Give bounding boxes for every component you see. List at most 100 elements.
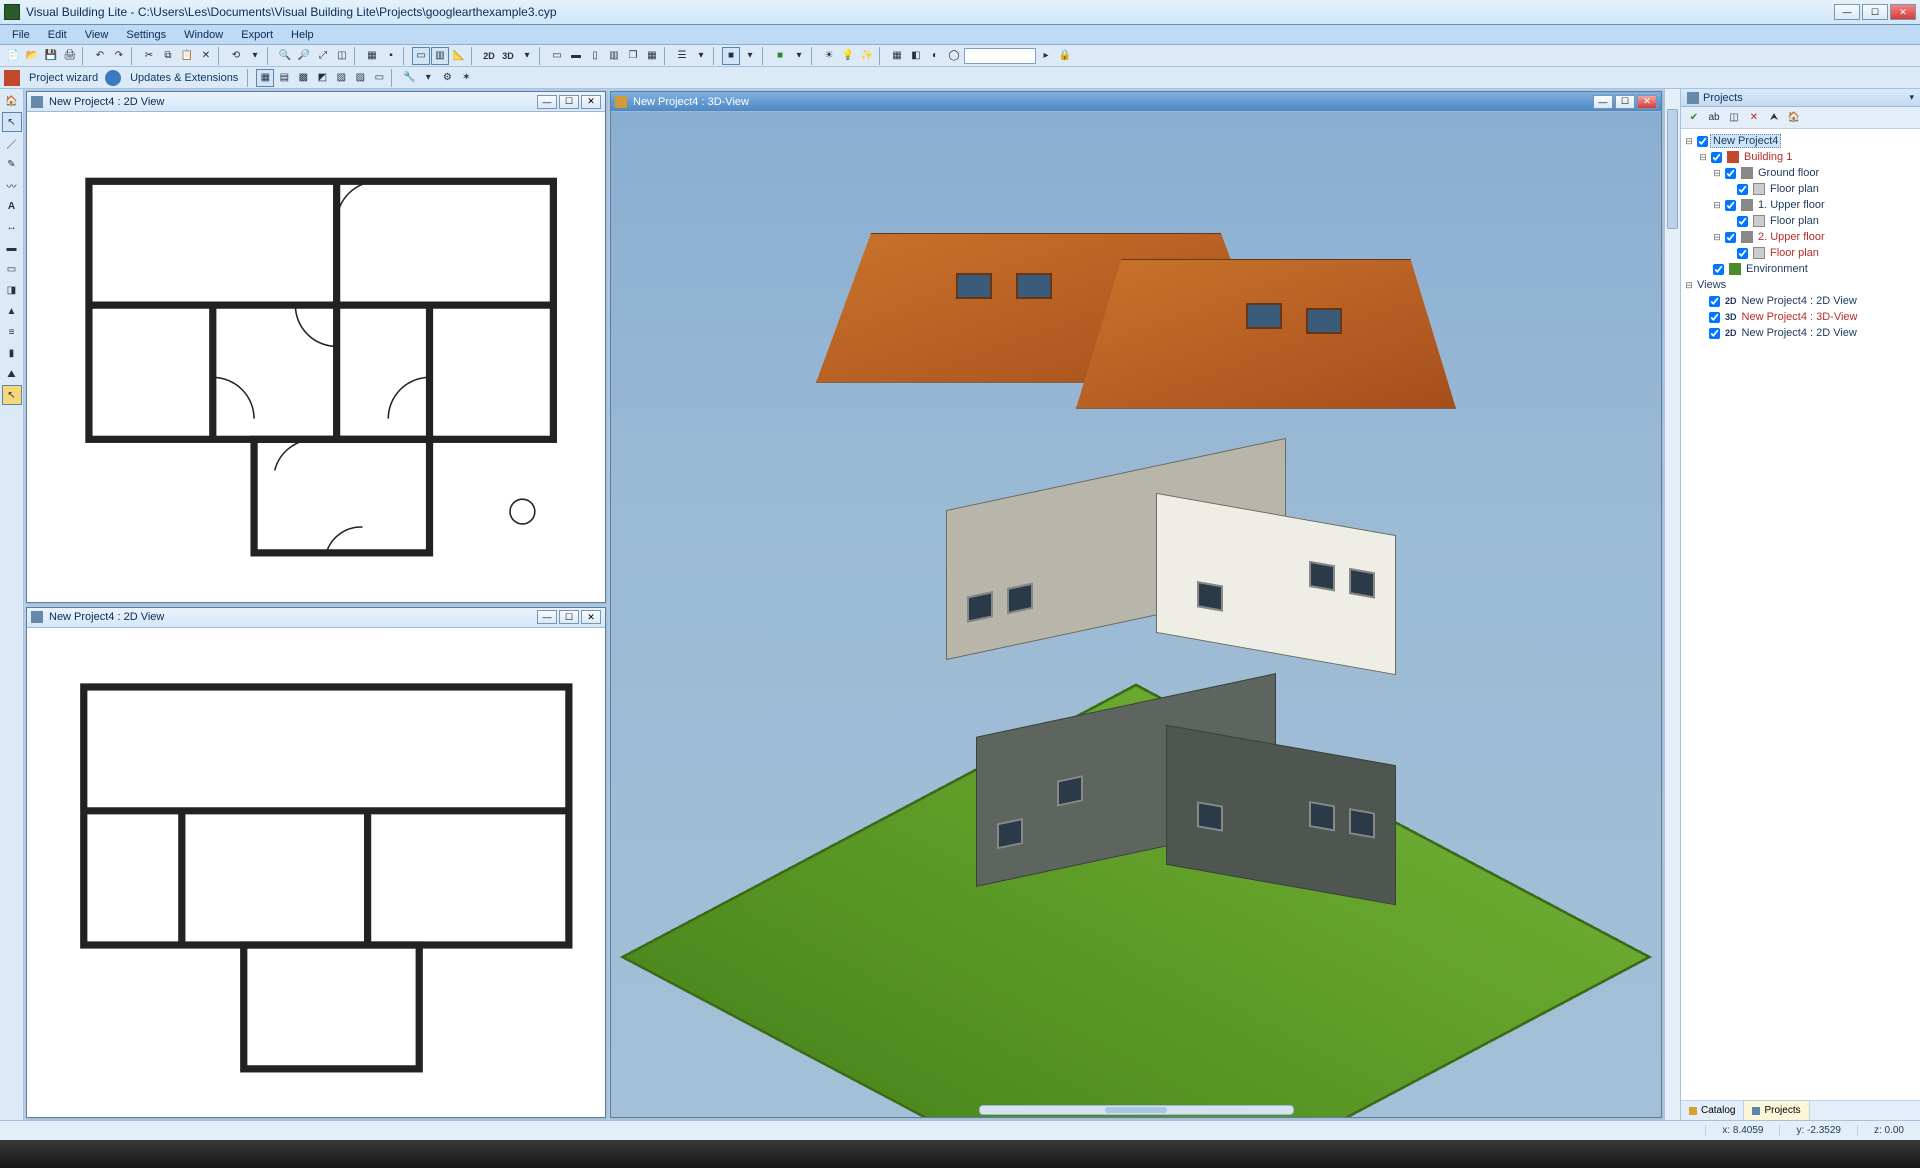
child-close-button[interactable]: ✕ <box>581 95 601 109</box>
select-tool-icon[interactable]: ▭ <box>412 47 430 65</box>
view-dropdown-icon[interactable]: ▾ <box>518 47 536 65</box>
delete-icon[interactable]: ✕ <box>197 47 215 65</box>
check-icon[interactable]: ✔ <box>1685 109 1703 127</box>
panel-d-icon[interactable]: ◩ <box>313 69 331 87</box>
open-icon[interactable]: 📂 <box>23 47 41 65</box>
menu-help[interactable]: Help <box>283 27 322 43</box>
tree-env[interactable]: Environment <box>1744 263 1808 275</box>
tool-curve-icon[interactable]: 〰 <box>2 175 22 195</box>
menu-edit[interactable]: Edit <box>40 27 75 43</box>
tab-catalog[interactable]: Catalog <box>1681 1101 1744 1120</box>
tool-line-icon[interactable]: ／ <box>2 133 22 153</box>
wall-tool-icon[interactable]: ▥ <box>431 47 449 65</box>
light-icon[interactable]: 💡 <box>839 47 857 65</box>
child-close-button[interactable]: ✕ <box>581 610 601 624</box>
new-icon[interactable]: 📄 <box>4 47 22 65</box>
zoom-out-icon[interactable]: 🔎 <box>295 47 313 65</box>
home-small-icon[interactable]: 🏠 <box>1785 109 1803 127</box>
project-wizard-button[interactable]: Project wizard <box>23 72 104 84</box>
tree-upper1[interactable]: 1. Upper floor <box>1756 199 1825 211</box>
view-3d-button[interactable]: 3D <box>499 47 517 65</box>
menu-view[interactable]: View <box>77 27 117 43</box>
tree-check[interactable] <box>1697 136 1708 147</box>
save-icon[interactable]: 💾 <box>42 47 60 65</box>
tree-ground[interactable]: Ground floor <box>1756 167 1819 179</box>
tool-dim-icon[interactable]: ↔ <box>2 217 22 237</box>
window-tile-icon[interactable]: ▦ <box>643 47 661 65</box>
undo-icon[interactable]: ↶ <box>91 47 109 65</box>
coordinate-input[interactable] <box>964 48 1036 64</box>
tree-view-2[interactable]: New Project4 : 2D View <box>1740 327 1857 339</box>
misc-d-icon[interactable]: ◯ <box>945 47 963 65</box>
tab-projects[interactable]: Projects <box>1744 1101 1809 1120</box>
grid-icon[interactable]: ▦ <box>363 47 381 65</box>
misc-c-icon[interactable]: ◐ <box>926 47 944 65</box>
menu-file[interactable]: File <box>4 27 38 43</box>
panel-a-icon[interactable]: ▦ <box>256 69 274 87</box>
render-dd-icon[interactable]: ▾ <box>741 47 759 65</box>
viewport-2d-b[interactable] <box>27 628 605 1118</box>
child-max-button[interactable]: ☐ <box>1615 95 1635 109</box>
zoom-in-icon[interactable]: 🔍 <box>276 47 294 65</box>
panel-c-icon[interactable]: ▩ <box>294 69 312 87</box>
tree-check[interactable] <box>1737 216 1748 227</box>
child-min-button[interactable]: — <box>537 95 557 109</box>
up-icon[interactable]: ⮝ <box>1765 109 1783 127</box>
tool-wall-icon[interactable]: ▬ <box>2 238 22 258</box>
go-icon[interactable]: ▸ <box>1037 47 1055 65</box>
panel-b-icon[interactable]: ▤ <box>275 69 293 87</box>
add-icon[interactable]: ◫ <box>1725 109 1743 127</box>
maximize-button[interactable]: ☐ <box>1862 4 1888 20</box>
tool-dd-icon[interactable]: ▾ <box>419 69 437 87</box>
zoom-window-icon[interactable]: ◫ <box>333 47 351 65</box>
child-close-button[interactable]: ✕ <box>1637 95 1657 109</box>
tree-upper2[interactable]: 2. Upper floor <box>1756 231 1825 243</box>
viewport-2d-a[interactable] <box>27 112 605 602</box>
redo-icon[interactable]: ↷ <box>110 47 128 65</box>
minimize-button[interactable]: — <box>1834 4 1860 20</box>
tree-plan-1[interactable]: Floor plan <box>1768 215 1819 227</box>
tool-select-icon[interactable]: ↖ <box>2 385 22 405</box>
tree-check[interactable] <box>1709 296 1720 307</box>
vertical-scrollbar[interactable] <box>1664 89 1680 1120</box>
panel-f-icon[interactable]: ▨ <box>351 69 369 87</box>
menu-settings[interactable]: Settings <box>118 27 174 43</box>
tree-plan-2[interactable]: Floor plan <box>1768 247 1819 259</box>
child-titlebar-3d[interactable]: New Project4 : 3D-View — ☐ ✕ <box>611 92 1661 112</box>
measure-icon[interactable]: 📐 <box>450 47 468 65</box>
layers-icon[interactable]: ☰ <box>673 47 691 65</box>
cut-icon[interactable]: ✂ <box>140 47 158 65</box>
tree-check[interactable] <box>1725 200 1736 211</box>
panel-e-icon[interactable]: ▧ <box>332 69 350 87</box>
window-layout-3-icon[interactable]: ▯ <box>586 47 604 65</box>
tool-pointer-icon[interactable]: ↖ <box>2 112 22 132</box>
tree-check[interactable] <box>1709 328 1720 339</box>
tree-check[interactable] <box>1711 152 1722 163</box>
child-min-button[interactable]: — <box>537 610 557 624</box>
tree-plan-g[interactable]: Floor plan <box>1768 183 1819 195</box>
print-icon[interactable]: 🖨 <box>61 47 79 65</box>
zoom-fit-icon[interactable]: ⤢ <box>314 47 332 65</box>
tree-building[interactable]: Building 1 <box>1742 151 1792 163</box>
close-button[interactable]: ✕ <box>1890 4 1916 20</box>
tree-check[interactable] <box>1725 232 1736 243</box>
layers-dd-icon[interactable]: ▾ <box>692 47 710 65</box>
tool-window-icon[interactable]: ▭ <box>2 259 22 279</box>
lock-icon[interactable]: 🔒 <box>1056 47 1074 65</box>
tree-check[interactable] <box>1737 248 1748 259</box>
tool-explode-icon[interactable]: ✶ <box>457 69 475 87</box>
tool-column-icon[interactable]: ▮ <box>2 343 22 363</box>
tool-door-icon[interactable]: ◨ <box>2 280 22 300</box>
tree-check[interactable] <box>1725 168 1736 179</box>
tool-stair-icon[interactable]: ≡ <box>2 322 22 342</box>
misc-b-icon[interactable]: ◧ <box>907 47 925 65</box>
window-layout-1-icon[interactable]: ▭ <box>548 47 566 65</box>
window-layout-4-icon[interactable]: ▥ <box>605 47 623 65</box>
color-dd-icon[interactable]: ▾ <box>790 47 808 65</box>
tool-terrain-icon[interactable]: ⛰ <box>2 364 22 384</box>
copy-icon[interactable]: ⧉ <box>159 47 177 65</box>
tool-pencil-icon[interactable]: ✎ <box>2 154 22 174</box>
horizontal-scrollbar[interactable] <box>979 1105 1294 1115</box>
tree-view-0[interactable]: New Project4 : 2D View <box>1740 295 1857 307</box>
rename-icon[interactable]: ab <box>1705 109 1723 127</box>
